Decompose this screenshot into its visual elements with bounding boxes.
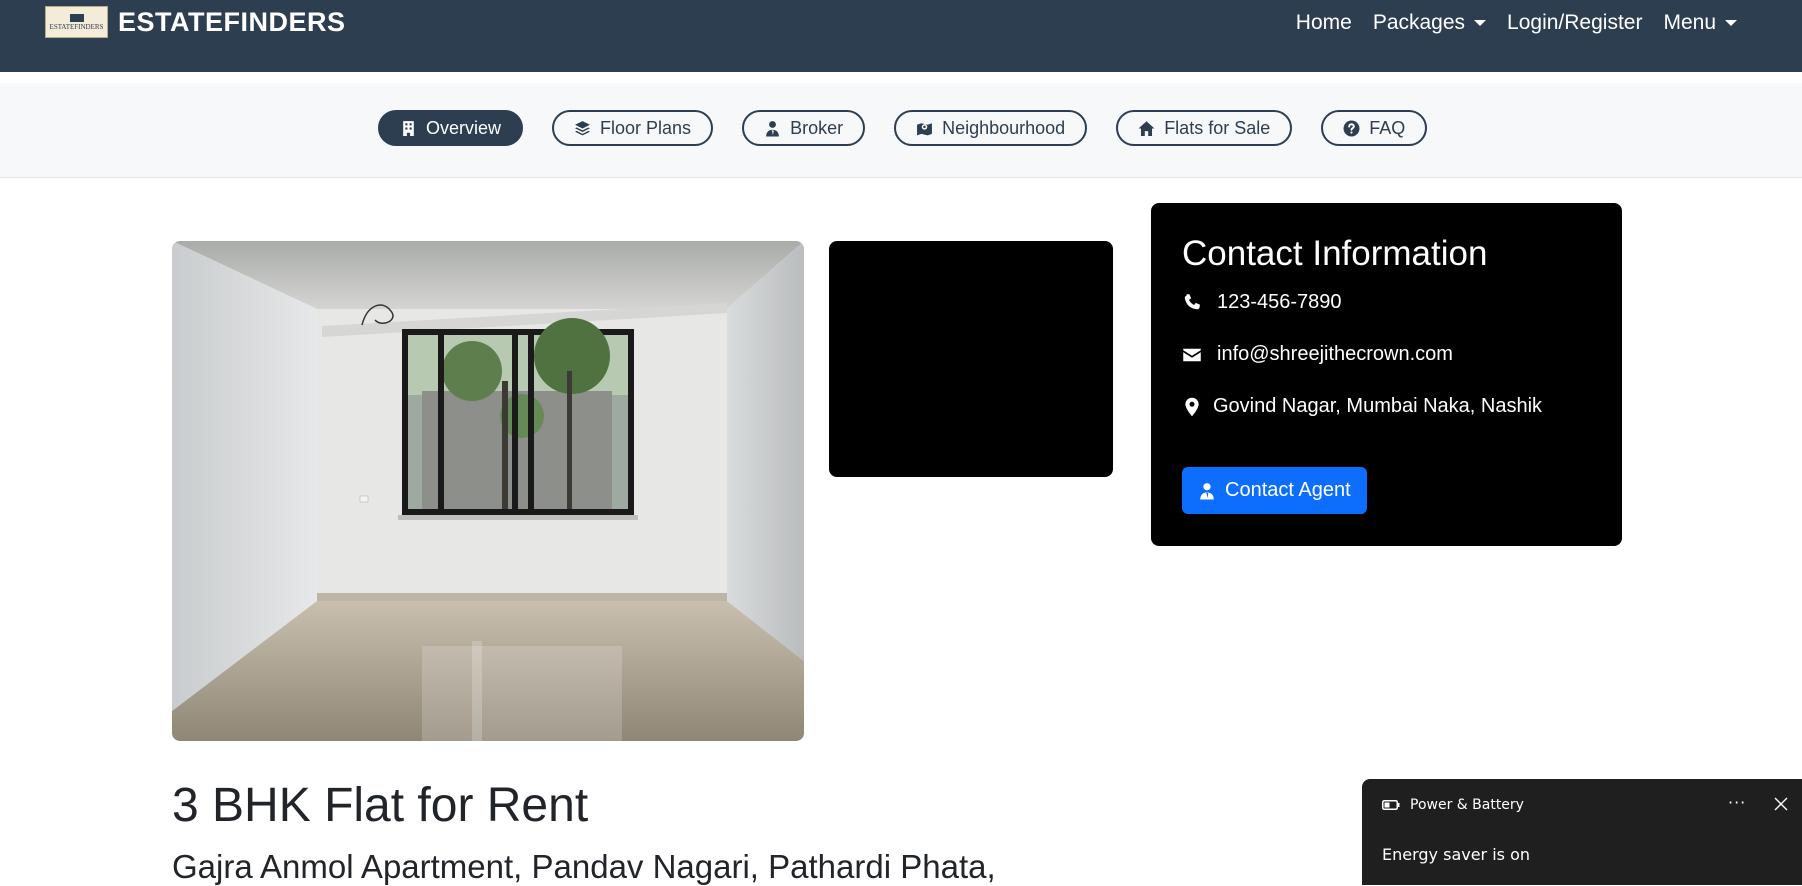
nav-menu-label: Menu	[1663, 11, 1716, 34]
tab-neighbourhood-label: Neighbourhood	[942, 117, 1066, 138]
user-tie-icon	[766, 120, 779, 136]
phone-icon	[1184, 293, 1200, 309]
contact-address: Govind Nagar, Mumbai Naka, Nashik	[1213, 395, 1543, 417]
brand-name[interactable]: ESTATEFINDERS	[118, 7, 346, 38]
tab-broker-label: Broker	[790, 117, 844, 138]
battery-icon	[1382, 800, 1400, 810]
tab-overview[interactable]: Overview	[378, 110, 524, 146]
toast-header: Power & Battery	[1382, 797, 1524, 813]
tab-overview-label: Overview	[426, 117, 502, 138]
layers-icon	[575, 120, 590, 135]
tab-flats-for-sale-label: Flats for Sale	[1164, 117, 1271, 138]
brand-logo[interactable]: ESTATEFINDERS	[45, 6, 108, 38]
section-tabs: Overview Floor Plans Broker Neighbourhoo…	[378, 110, 1456, 146]
contact-phone: 123-456-7890	[1217, 291, 1342, 313]
top-navbar: ESTATEFINDERS ESTATEFINDERS Home Package…	[0, 0, 1802, 72]
contact-agent-label: Contact Agent	[1225, 479, 1351, 501]
section-tabbar: Overview Floor Plans Broker Neighbourhoo…	[0, 83, 1802, 178]
property-photo[interactable]	[172, 241, 804, 741]
contact-email: info@shreejithecrown.com	[1217, 343, 1453, 365]
contact-card: Contact Information 123-456-7890 info@sh…	[1151, 203, 1622, 546]
tab-broker[interactable]: Broker	[742, 110, 866, 146]
toast-app-name: Power & Battery	[1410, 797, 1524, 813]
tab-faq[interactable]: FAQ	[1321, 110, 1428, 146]
question-circle-icon	[1343, 120, 1360, 136]
contact-title: Contact Information	[1182, 234, 1488, 273]
nav-packages-dropdown[interactable]: Packages	[1372, 11, 1487, 35]
contact-agent-button[interactable]: Contact Agent	[1182, 467, 1367, 514]
nav-login-label: Login/Register	[1507, 11, 1643, 34]
contact-address-row: Govind Nagar, Mumbai Naka, Nashik	[1182, 395, 1542, 418]
toast-message: Energy saver is on	[1382, 845, 1531, 864]
contact-email-row[interactable]: info@shreejithecrown.com	[1182, 343, 1453, 366]
tab-neighbourhood[interactable]: Neighbourhood	[894, 110, 1088, 146]
tab-faq-label: FAQ	[1369, 117, 1406, 138]
contact-phone-row[interactable]: 123-456-7890	[1182, 291, 1342, 314]
close-icon[interactable]	[1774, 797, 1788, 811]
map-location-icon	[917, 122, 933, 135]
user-tie-icon	[1200, 482, 1214, 499]
logo-emblem-icon	[69, 13, 84, 22]
envelope-icon	[1183, 348, 1201, 361]
building-icon	[403, 120, 414, 136]
nav-home-label: Home	[1295, 11, 1352, 34]
tab-floor-plans-label: Floor Plans	[600, 117, 692, 138]
tab-flats-for-sale[interactable]: Flats for Sale	[1116, 110, 1293, 146]
nav-home-link[interactable]: Home	[1296, 11, 1352, 35]
tab-floor-plans[interactable]: Floor Plans	[552, 110, 714, 146]
nav-login-register-link[interactable]: Login/Register	[1507, 11, 1642, 35]
brand[interactable]: ESTATEFINDERS ESTATEFINDERS	[45, 6, 346, 38]
logo-text: ESTATEFINDERS	[49, 22, 104, 31]
home-icon	[1138, 120, 1155, 136]
room-photo-image	[172, 241, 804, 741]
more-options-icon[interactable]: ···	[1728, 793, 1746, 812]
nav-links: Home Packages Login/Register Menu	[1275, 11, 1737, 35]
caret-down-icon	[1725, 20, 1737, 26]
caret-down-icon	[1474, 20, 1487, 26]
listing-address: Gajra Anmol Apartment, Pandav Nagari, Pa…	[172, 848, 996, 885]
nav-packages-label: Packages	[1372, 11, 1466, 34]
video-placeholder[interactable]	[829, 241, 1113, 477]
listing-title: 3 BHK Flat for Rent	[172, 779, 589, 832]
power-battery-toast[interactable]: Power & Battery ··· Energy saver is on	[1362, 779, 1802, 885]
location-pin-icon	[1185, 397, 1199, 416]
nav-menu-dropdown[interactable]: Menu	[1663, 11, 1737, 35]
